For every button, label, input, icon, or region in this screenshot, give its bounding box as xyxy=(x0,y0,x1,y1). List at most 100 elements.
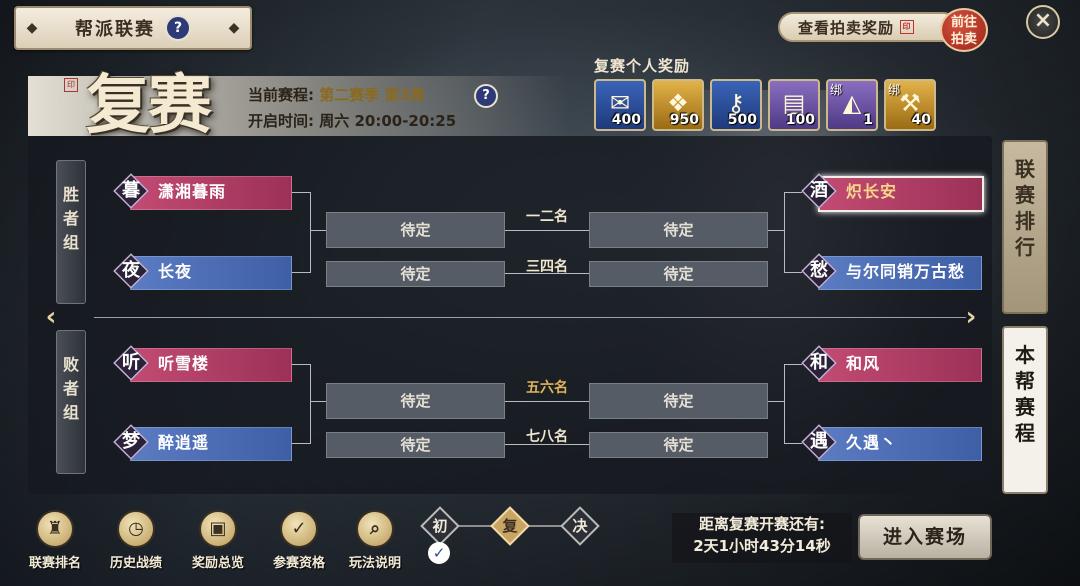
reward-item[interactable]: ⚷ 500 xyxy=(710,79,762,131)
checkmark-icon: ✓ xyxy=(428,542,450,564)
match-slot-tbd[interactable]: 待定 xyxy=(326,432,505,458)
auction-button-label: 查看拍卖奖励 xyxy=(798,18,895,37)
team-name: 醉逍遥 xyxy=(158,433,210,452)
stage-final-label: 决 xyxy=(572,517,588,535)
team-emblem-char: 和 xyxy=(810,352,828,373)
bracket-line xyxy=(505,230,589,231)
bracket-line xyxy=(768,401,784,402)
nav-reward-overview[interactable]: ▣ 奖励总览 xyxy=(183,510,253,571)
bracket-line xyxy=(505,401,589,402)
page-title: 帮派联赛 xyxy=(75,19,155,40)
countdown-panel: 距离复赛开赛还有: 2天1小时43分14秒 xyxy=(672,513,852,563)
reward-item[interactable]: ❖ 950 xyxy=(652,79,704,131)
bracket-line xyxy=(784,443,802,444)
enter-arena-button[interactable]: 进入赛场 xyxy=(858,514,992,560)
team-name: 与尔同销万古愁 xyxy=(846,262,966,281)
reward-count: 40 xyxy=(911,112,931,128)
stage-title: 复赛 xyxy=(86,68,212,143)
help-icon[interactable]: ? xyxy=(165,15,191,41)
bracket-line xyxy=(784,192,785,273)
team-bar xyxy=(130,256,292,290)
team-slot[interactable]: 酒 炽长安 xyxy=(801,173,984,212)
open-time-label: 开启时间: xyxy=(248,112,314,130)
ornament-icon: ◆ xyxy=(26,20,38,36)
rank-label-5-6: 五六名 xyxy=(526,380,568,396)
countdown-label: 距离复赛开赛还有: xyxy=(699,515,825,533)
tab-league-ranking[interactable]: 联赛排行 xyxy=(1002,140,1048,314)
reward-count: 1 xyxy=(863,112,873,128)
arrow-right-icon[interactable]: › xyxy=(958,302,984,332)
reward-item[interactable]: ▤ 100 xyxy=(768,79,820,131)
team-emblem-char: 听 xyxy=(122,352,140,373)
match-slot-tbd[interactable]: 待定 xyxy=(589,383,768,419)
bracket-divider xyxy=(94,317,966,318)
schedule-value: 第二赛季 第3周 xyxy=(319,86,425,104)
nav-label: 玩法说明 xyxy=(348,556,401,571)
open-time-value: 周六 20:00-20:25 xyxy=(319,112,457,130)
team-name: 长夜 xyxy=(158,262,193,281)
match-slot-tbd[interactable]: 待定 xyxy=(326,212,505,248)
losers-label: 败者组 xyxy=(62,355,79,422)
tab-guild-schedule-label: 本帮赛程 xyxy=(1015,343,1035,445)
team-emblem-char: 夜 xyxy=(122,260,140,281)
reward-item[interactable]: 绑 ⚒ 40 xyxy=(884,79,936,131)
arrow-left-icon[interactable]: ‹ xyxy=(38,302,64,332)
nav-label: 联赛排名 xyxy=(28,556,81,571)
team-slot[interactable]: 愁 与尔同销万古愁 xyxy=(801,253,982,290)
schedule-help-icon[interactable]: ? xyxy=(474,84,498,108)
bracket-line xyxy=(768,230,784,231)
goto-line1: 前往 xyxy=(950,15,977,30)
team-bar xyxy=(130,348,292,382)
rank-label-1-2: 一二名 xyxy=(526,209,568,225)
seal-icon: 印 xyxy=(64,78,78,92)
reward-item[interactable]: 绑 ◭ 1 xyxy=(826,79,878,131)
team-slot[interactable]: 和 和风 xyxy=(801,345,982,382)
clock-icon: ◷ xyxy=(117,510,155,548)
view-auction-rewards-button[interactable]: 查看拍卖奖励 印 xyxy=(778,12,958,42)
team-name: 和风 xyxy=(846,354,881,373)
team-slot[interactable]: 夜 长夜 xyxy=(113,253,294,290)
match-slot-tbd[interactable]: 待定 xyxy=(589,212,768,248)
team-bar xyxy=(818,176,984,212)
winners-label-text: 胜者组 xyxy=(57,183,85,255)
nav-qualification[interactable]: ✓ 参赛资格 xyxy=(264,510,334,571)
schedule-label: 当前赛程: xyxy=(248,86,314,104)
bracket-line xyxy=(310,401,326,402)
doc-search-icon: ⌕ xyxy=(356,510,394,548)
countdown-value: 2天1小时43分14秒 xyxy=(693,537,831,555)
team-slot[interactable]: 听 听雪楼 xyxy=(113,345,294,382)
losers-group-label: 败者组 xyxy=(56,330,86,474)
trophy-icon: ♜ xyxy=(36,510,74,548)
match-slot-tbd[interactable]: 待定 xyxy=(589,432,768,458)
bracket-line xyxy=(310,364,311,444)
bracket-line xyxy=(784,364,785,444)
open-time-line: 开启时间: 周六 20:00-20:25 xyxy=(248,110,456,131)
nav-label: 参赛资格 xyxy=(272,556,325,571)
goto-auction-button[interactable]: 前往 拍卖 xyxy=(940,8,988,52)
bracket-line xyxy=(784,192,802,193)
bracket-line xyxy=(292,364,310,365)
team-bar xyxy=(818,348,982,382)
match-slot-tbd[interactable]: 待定 xyxy=(589,261,768,287)
winners-label: 胜者组 xyxy=(62,185,79,252)
reward-count: 950 xyxy=(669,112,699,128)
team-slot[interactable]: 暮 潇湘暮雨 xyxy=(113,173,294,210)
reward-item[interactable]: ✉ 400 xyxy=(594,79,646,131)
seal-icon: 印 xyxy=(900,20,915,34)
winners-group-label: 胜者组 xyxy=(56,160,86,304)
team-emblem-char: 暮 xyxy=(122,180,140,201)
team-slot[interactable]: 遇 久遇丶 xyxy=(801,424,982,461)
nav-label: 奖励总览 xyxy=(191,556,244,571)
nav-rules[interactable]: ⌕ 玩法说明 xyxy=(340,510,410,571)
tab-guild-schedule[interactable]: 本帮赛程 xyxy=(1002,326,1048,494)
team-slot[interactable]: 梦 醉逍遥 xyxy=(113,424,294,461)
team-bar xyxy=(130,427,292,461)
close-icon[interactable]: × xyxy=(1026,5,1060,39)
bracket-line xyxy=(784,272,802,273)
match-slot-tbd[interactable]: 待定 xyxy=(326,383,505,419)
nav-league-ranking[interactable]: ♜ 联赛排名 xyxy=(20,510,90,571)
team-name: 潇湘暮雨 xyxy=(158,182,227,201)
bracket-line xyxy=(292,443,310,444)
nav-history-record[interactable]: ◷ 历史战绩 xyxy=(101,510,171,571)
match-slot-tbd[interactable]: 待定 xyxy=(326,261,505,287)
